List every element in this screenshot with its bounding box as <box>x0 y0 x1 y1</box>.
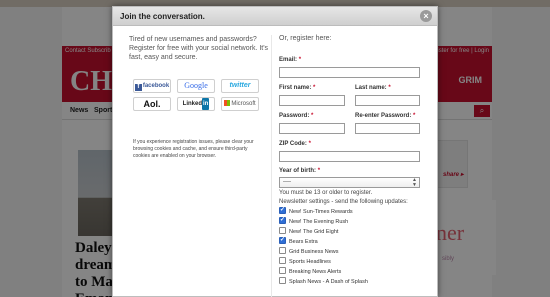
register-heading: Or, register here: <box>279 35 332 42</box>
first-name-label: First name: * <box>279 85 315 91</box>
social-intro-text: Tired of new usernames and passwords? Re… <box>129 36 269 61</box>
newsletter-label: New! Sun-Times Rewards <box>289 209 353 215</box>
required-mark: * <box>388 85 391 91</box>
newsletter-label: New! The Evening Rush <box>289 219 349 225</box>
microsoft-icon <box>224 100 231 106</box>
last-name-label: Last name: * <box>355 85 391 91</box>
first-name-label-text: First name: <box>279 85 312 91</box>
aol-label: Aol. <box>143 99 161 109</box>
password-label: Password: * <box>279 113 313 119</box>
email-label: Email: * <box>279 57 301 63</box>
newsletter-label: Splash News - A Dash of Splash <box>289 279 368 285</box>
microsoft-label: Microsoft <box>231 101 256 107</box>
newsletter-label: Grid Business News <box>289 249 339 255</box>
required-mark: * <box>317 168 321 174</box>
newsletter-option[interactable]: Splash News - A Dash of Splash <box>279 277 368 287</box>
required-mark: * <box>311 113 314 119</box>
registration-modal: Join the conversation. × Tired of new us… <box>112 6 438 297</box>
newsletter-checkbox[interactable] <box>279 216 286 224</box>
linkedin-icon: in <box>202 98 210 110</box>
reenter-password-label: Re-enter Password: * <box>355 113 415 119</box>
twitter-label: twitter <box>229 82 251 89</box>
year-of-birth-label: Year of birth: * <box>279 168 320 174</box>
newsletter-checkbox[interactable] <box>279 247 286 254</box>
zip-label-text: ZIP Code: <box>279 141 307 147</box>
year-label-text: Year of birth: <box>279 168 317 174</box>
last-name-label-text: Last name: <box>355 85 387 91</box>
password-field[interactable] <box>279 123 345 134</box>
google-login-button[interactable]: Google <box>177 79 215 93</box>
newsletter-option[interactable]: Sports Headlines <box>279 257 331 267</box>
required-mark: * <box>313 85 316 91</box>
email-field[interactable] <box>279 67 420 78</box>
year-select-value: ---- <box>283 179 291 185</box>
newsletter-label: New! The Grid Eight <box>289 229 339 235</box>
twitter-login-button[interactable]: twitter <box>221 79 259 93</box>
newsletter-checkbox[interactable] <box>279 257 286 264</box>
newsletter-option[interactable]: New! The Evening Rush <box>279 216 349 227</box>
age-requirement-note: You must be 13 or older to register. <box>279 190 373 196</box>
newsletter-option[interactable]: Grid Business News <box>279 247 339 257</box>
registration-issue-note: If you experience registration issues, p… <box>133 139 254 159</box>
newsletter-option[interactable]: New! Sun-Times Rewards <box>279 206 353 217</box>
required-mark: * <box>413 113 416 119</box>
newsletter-label: Bears Extra <box>289 239 318 245</box>
reenter-password-field[interactable] <box>355 123 420 134</box>
microsoft-login-button[interactable]: Microsoft <box>221 97 259 111</box>
facebook-label: facebook <box>142 83 170 89</box>
year-of-birth-select[interactable]: ---- ▲ ▼ <box>279 177 420 188</box>
facebook-icon: f <box>134 84 142 91</box>
first-name-field[interactable] <box>279 95 345 106</box>
newsletter-checkbox[interactable] <box>279 277 286 284</box>
column-divider <box>271 35 272 297</box>
google-label: Google <box>184 81 208 90</box>
facebook-login-button[interactable]: f facebook <box>133 79 171 93</box>
newsletter-option[interactable]: Bears Extra <box>279 236 318 247</box>
newsletter-settings-note: Newsletter settings - send the following… <box>279 199 408 205</box>
updown-arrows-icon: ▲ ▼ <box>412 177 417 188</box>
zip-label: ZIP Code: * <box>279 141 311 147</box>
reenter-password-label-text: Re-enter Password: <box>355 113 412 119</box>
modal-title: Join the conversation. <box>120 12 205 21</box>
email-label-text: Email: <box>279 57 298 63</box>
newsletter-checkbox[interactable] <box>279 236 286 244</box>
newsletter-checkbox[interactable] <box>279 227 286 234</box>
linkedin-label: Linked <box>182 101 202 107</box>
newsletter-checkbox[interactable] <box>279 267 286 274</box>
newsletter-option[interactable]: Breaking News Alerts <box>279 267 341 277</box>
newsletter-checkbox[interactable] <box>279 206 286 214</box>
password-label-text: Password: <box>279 113 310 119</box>
zip-field[interactable] <box>279 151 420 162</box>
modal-header: Join the conversation. × <box>113 7 437 26</box>
linkedin-login-button[interactable]: Linkedin <box>177 97 215 111</box>
newsletter-label: Breaking News Alerts <box>289 269 342 275</box>
newsletter-label: Sports Headlines <box>289 259 331 265</box>
aol-login-button[interactable]: Aol. <box>133 97 171 111</box>
required-mark: * <box>308 141 311 147</box>
required-mark: * <box>298 57 302 63</box>
close-icon[interactable]: × <box>420 10 432 22</box>
newsletter-option[interactable]: New! The Grid Eight <box>279 227 338 237</box>
last-name-field[interactable] <box>355 95 420 106</box>
